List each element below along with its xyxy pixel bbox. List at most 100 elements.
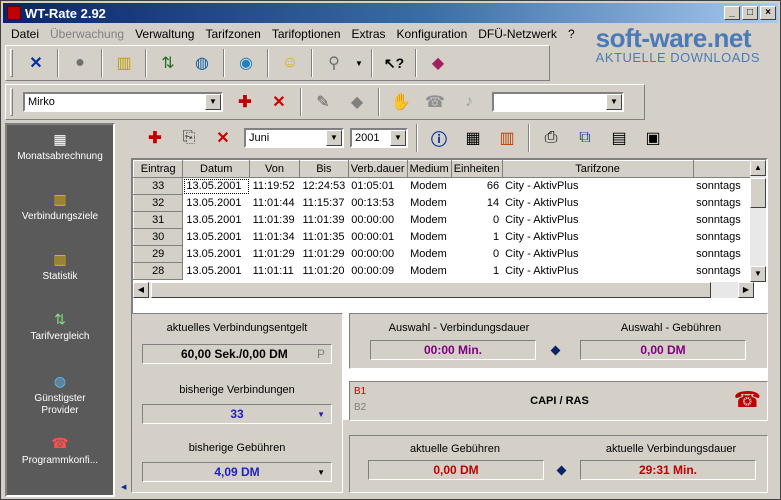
add-icon[interactable]: ✚ (231, 88, 259, 116)
bar-chart-icon[interactable]: ▥ (493, 124, 521, 152)
chevron-down-icon[interactable]: ▼ (326, 130, 342, 146)
horizontal-scrollbar[interactable]: ◀ ▶ (133, 282, 754, 298)
app-icon[interactable] (7, 6, 21, 20)
search-icon[interactable]: ⚲ (320, 49, 348, 77)
sidebar-item-monatsabrechnung[interactable]: ▦ Monatsabrechnung (7, 131, 113, 162)
delete-icon[interactable]: ✕ (209, 124, 237, 152)
table-row[interactable]: 33 13.05.2001 11:19:52 12:24:53 01:05:01 Mode… (133, 177, 754, 195)
table-cell: Modem (410, 197, 447, 209)
chevron-down-icon[interactable]: ▼ (317, 410, 325, 419)
year-select[interactable]: 2001 ▼ (350, 128, 408, 148)
maximize-button[interactable]: □ (742, 6, 758, 20)
document-icon[interactable]: ▤ (605, 124, 633, 152)
compare-icon[interactable]: ⇅ (154, 49, 182, 77)
stop-icon[interactable]: ✕ (22, 49, 50, 77)
column-header[interactable] (692, 160, 755, 178)
column-header[interactable]: Datum (182, 160, 251, 178)
sidebar-item-verbindungsziele[interactable]: ▥ Verbindungsziele (7, 191, 113, 222)
apple-icon[interactable]: ● (66, 49, 94, 77)
scroll-up-button[interactable]: ▲ (750, 160, 766, 176)
column-header[interactable]: Einheiten (450, 160, 503, 178)
chart-book-icon[interactable]: ▥ (110, 49, 138, 77)
auswahl-gebuehren-field: 0,00 DM (580, 340, 746, 360)
help-pointer-icon[interactable]: ↖? (380, 49, 408, 77)
scroll-left-button[interactable]: ◀ (133, 282, 149, 298)
table-row[interactable]: 32 13.05.2001 11:01:44 11:15:37 00:13:53 Mode… (133, 194, 754, 212)
table-cell: 11:01:35 (302, 231, 345, 243)
title-bar[interactable]: WT-Rate 2.92 _ □ × (3, 3, 778, 23)
toolbar-grip[interactable] (10, 49, 13, 77)
table-cell: City - AktivPlus (505, 197, 579, 209)
toolbar-grip[interactable] (10, 88, 13, 116)
chevron-down-icon[interactable]: ▼ (205, 94, 221, 110)
table-cell: 30 (133, 228, 184, 246)
globe-icon[interactable]: ◉ (232, 49, 260, 77)
month-select-value: Juni (249, 132, 270, 144)
menu-verwaltung[interactable]: Verwaltung (129, 27, 199, 41)
table-cell: 11:19:52 (252, 180, 295, 193)
globe-search-icon[interactable]: ◍ (188, 49, 216, 77)
chevron-down-icon[interactable]: ▼ (354, 49, 364, 77)
table-row[interactable]: 28 13.05.2001 11:01:11 11:01:20 00:00:09 Mode… (133, 262, 754, 280)
vertical-scrollbar[interactable]: ▲ ▼ (750, 160, 766, 282)
column-header[interactable]: Von (249, 160, 300, 178)
sidebar-item-guenstigster-provider[interactable]: ◍ Günstigster Provider (7, 373, 113, 417)
column-header[interactable]: Verb.dauer (347, 160, 408, 178)
close-button[interactable]: × (760, 6, 776, 20)
month-select[interactable]: Juni ▼ (244, 128, 344, 148)
add-icon[interactable]: ✚ (141, 124, 169, 152)
menu-konfiguration[interactable]: Konfiguration (391, 27, 473, 41)
speaker-icon[interactable]: ♪ (455, 88, 483, 116)
print-icon[interactable]: ⎙ (537, 124, 565, 152)
scroll-right-button[interactable]: ▶ (738, 282, 754, 298)
table-row[interactable]: 29 13.05.2001 11:01:29 11:01:29 00:00:00 Mode… (133, 245, 754, 263)
phone-icon[interactable]: ☎ (734, 388, 761, 412)
column-header[interactable]: Tarifzone (501, 160, 694, 178)
info-icon[interactable]: ⓘ (425, 124, 453, 152)
eraser-icon[interactable]: ◆ (343, 88, 371, 116)
delete-icon[interactable]: ✕ (265, 88, 293, 116)
column-header[interactable]: Medium (406, 160, 452, 178)
sidebar-item-tarifvergleich[interactable]: ⇅ Tarifvergleich (7, 311, 113, 342)
sidebar-item-statistik[interactable]: ▥ Statistik (7, 251, 113, 282)
menu-extras[interactable]: Extras (346, 27, 391, 41)
verbindungen-combo[interactable]: 33 ▼ (142, 404, 332, 424)
chevron-down-icon[interactable]: ▼ (317, 468, 325, 477)
device-combo[interactable]: ▼ (492, 92, 624, 112)
edit-icon[interactable]: ✎ (309, 88, 337, 116)
phone-icon[interactable]: ☎ (421, 88, 449, 116)
chevron-down-icon[interactable]: ▼ (390, 130, 406, 146)
compare-icon: ⇅ (54, 311, 66, 327)
menu-tarifoptionen[interactable]: Tarifoptionen (266, 27, 346, 41)
gebuehren-combo[interactable]: 4,09 DM ▼ (142, 462, 332, 482)
scroll-thumb[interactable] (151, 282, 711, 298)
menu-datei[interactable]: Datei (5, 27, 44, 41)
save-icon[interactable]: ▣ (639, 124, 667, 152)
import-icon[interactable]: ⎘ (175, 124, 203, 152)
column-header[interactable]: Bis (298, 160, 349, 178)
collapse-arrow-icon[interactable]: ◀ (121, 483, 126, 491)
hand-icon[interactable]: ✋ (387, 88, 415, 116)
menu-tarifzonen[interactable]: Tarifzonen (199, 27, 265, 41)
table-row[interactable]: 30 13.05.2001 11:01:34 11:01:35 00:00:01 Mode… (133, 228, 754, 246)
column-header[interactable]: Eintrag (133, 160, 184, 178)
minimize-button[interactable]: _ (724, 6, 740, 20)
scroll-thumb[interactable] (750, 178, 766, 208)
menu-help[interactable]: ? (562, 27, 580, 41)
chevron-down-icon[interactable]: ▼ (606, 94, 622, 110)
sidebar-item-programmkonfiguration[interactable]: ☎ Programmkonfi... (7, 435, 113, 466)
user-combo[interactable]: Mirko ▼ (23, 92, 223, 112)
table-row[interactable]: 31 13.05.2001 11:01:39 11:01:39 00:00:00 Mode… (133, 211, 754, 229)
calculator-icon[interactable]: ▦ (459, 124, 487, 152)
scroll-down-button[interactable]: ▼ (750, 266, 766, 282)
menu-dfue-netzwerk[interactable]: DFÜ-Netzwerk (472, 27, 562, 41)
copy-icon[interactable]: ⧉ (571, 124, 599, 152)
diamond-icon (550, 345, 561, 356)
smiley-icon[interactable]: ☺ (276, 49, 304, 77)
table-cell: 29 (133, 245, 184, 263)
entgelt-flag: P (316, 347, 325, 361)
sidebar-item-label: Verbindungsziele (21, 211, 99, 222)
menu-bar: Datei Überwachung Verwaltung Tarifzonen … (5, 25, 580, 43)
menu-ueberwachung[interactable]: Überwachung (44, 27, 129, 41)
book-icon[interactable]: ◆ (424, 49, 452, 77)
